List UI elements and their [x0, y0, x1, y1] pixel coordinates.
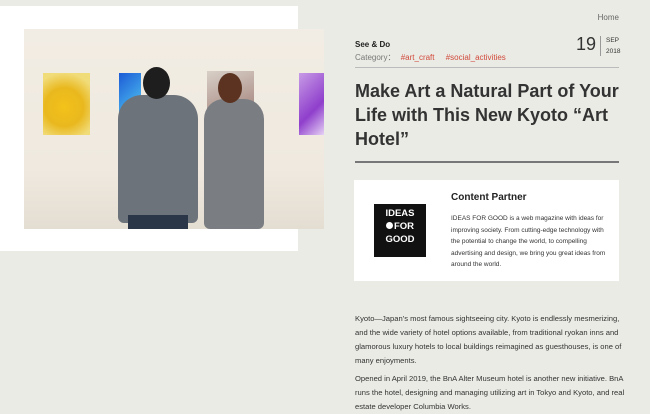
article-paragraph-2: Opened in April 2019, the BnA Alter Muse… [355, 374, 625, 411]
painting-yellow [43, 73, 90, 135]
date-divider [600, 36, 601, 56]
hero-photo [24, 29, 324, 229]
woman-figure [204, 99, 264, 229]
painting-purple [299, 73, 324, 135]
man-figure [118, 95, 198, 223]
woman-head [218, 73, 242, 103]
category-tags: Category： #art_craft #social_activities [355, 52, 506, 63]
logo-dot-icon [385, 222, 393, 229]
category-prefix: Category： [355, 53, 396, 62]
article-paragraph-1: Kyoto—Japan’s most famous sightseeing ci… [355, 314, 622, 365]
logo-line-3: GOOD [385, 234, 415, 245]
logo-line-1: IDEAS [385, 208, 415, 219]
title-divider [355, 161, 619, 163]
header-divider [355, 67, 619, 68]
partner-heading: Content Partner [451, 192, 527, 203]
category-label[interactable]: See & Do [355, 40, 390, 49]
partner-description: IDEAS FOR GOOD is a web magazine with id… [451, 215, 606, 268]
tag-social-activities[interactable]: #social_activities [446, 53, 506, 62]
article-title: Make Art a Natural Part of Your Life wit… [355, 81, 619, 149]
content-partner-box: IDEAS FOR GOOD Content Partner IDEAS FOR… [354, 180, 619, 281]
man-legs [128, 215, 188, 229]
tag-art-craft[interactable]: #art_craft [401, 53, 435, 62]
ideas-for-good-logo[interactable]: IDEAS FOR GOOD [374, 204, 426, 257]
breadcrumb-home-link[interactable]: Home [598, 13, 619, 22]
date-month: SEP [606, 37, 620, 44]
logo-line-2: FOR [374, 220, 426, 233]
date-year: 2018 [606, 48, 621, 55]
man-head [143, 67, 170, 99]
date-day: 19 [576, 34, 597, 54]
